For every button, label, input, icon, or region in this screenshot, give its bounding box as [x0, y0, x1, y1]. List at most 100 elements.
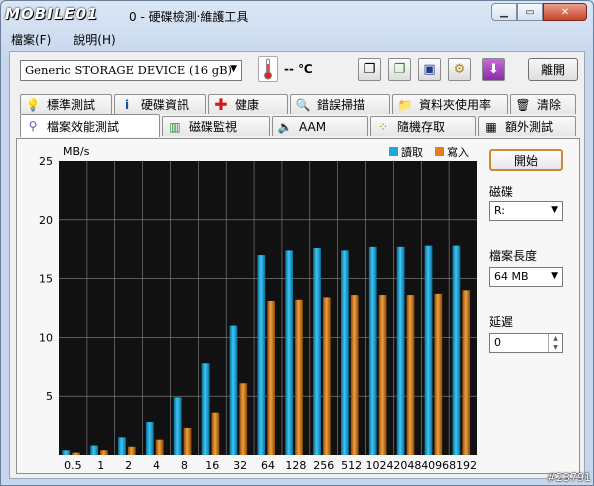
settings-button[interactable]: ⚙: [448, 58, 471, 81]
copy-text-button[interactable]: ❐: [388, 58, 411, 81]
x-tick-label: 32: [233, 459, 247, 472]
y-tick-label: 10: [39, 331, 53, 344]
bar-read: [229, 325, 238, 455]
spinner-arrows-icon[interactable]: ▲ ▼: [548, 334, 562, 352]
magnifier-icon: 🔍: [295, 97, 311, 112]
bar-write: [72, 452, 80, 455]
tab-extra-tests[interactable]: ▦ 額外測試: [478, 116, 576, 136]
thermometer-icon: [258, 56, 278, 82]
window-title: 0 - 硬碟檢測‧維護工具: [129, 10, 249, 24]
file-length-select[interactable]: 64 MB ▼: [489, 267, 563, 287]
file-length-value: 64 MB: [494, 270, 529, 283]
bar-chart-icon: ▥: [169, 119, 181, 134]
tab-aam[interactable]: 🔈 AAM: [272, 116, 368, 136]
info-icon: i: [124, 97, 130, 112]
y-tick-label: 5: [46, 390, 53, 403]
copy-text-icon: ❐: [393, 62, 406, 77]
tab-label: 錯誤掃描: [317, 98, 366, 112]
y-axis-label: MB/s: [63, 145, 90, 158]
x-tick-label: 2048: [393, 459, 421, 472]
title-bar: MOBILE01 0 - 硬碟檢測‧維護工具 ▁ ▭ ✕: [1, 1, 593, 29]
bar-write: [267, 300, 276, 455]
file-benchmark-icon: ⚲: [28, 119, 38, 133]
tab-file-benchmark[interactable]: ⚲ 檔案效能測試: [20, 114, 160, 137]
tab-label: 檔案效能測試: [47, 119, 120, 134]
exit-button[interactable]: 離開: [528, 58, 578, 81]
tab-health[interactable]: ✚ 健康: [208, 94, 288, 114]
disk-select-value: R:: [494, 204, 506, 217]
menu-bar: 檔案(F) 說明(H): [9, 31, 118, 49]
download-icon: ⬇: [488, 62, 499, 77]
bar-read: [145, 422, 154, 455]
bar-read: [62, 450, 71, 455]
x-tick-label: 4096: [421, 459, 449, 472]
menu-file[interactable]: 檔案(F): [9, 31, 53, 49]
x-tick-label: 1024: [365, 459, 393, 472]
x-tick-label: 64: [261, 459, 275, 472]
bar-read: [201, 363, 210, 455]
temperature-readout: -- ℃: [284, 62, 313, 76]
bar-write: [295, 299, 303, 455]
bar-read: [257, 255, 266, 455]
bar-write: [378, 295, 387, 455]
health-cross-icon: ✚: [214, 95, 228, 114]
calendar-icon: ▦: [485, 119, 497, 134]
bar-write: [350, 295, 359, 455]
watermark: #23791: [546, 471, 591, 484]
bar-read: [118, 437, 126, 455]
download-button[interactable]: ⬇: [482, 58, 505, 81]
tab-disk-info[interactable]: i 硬碟資訊: [114, 94, 206, 114]
client-area: Generic STORAGE DEVICE (16 gB) ▼ -- ℃ ❐ …: [9, 51, 585, 479]
scatter-icon: ⁘: [377, 119, 389, 134]
tab-label: 隨機存取: [397, 120, 446, 134]
tab-label: 標準測試: [47, 98, 96, 112]
bar-read: [396, 246, 405, 455]
bar-read: [285, 250, 294, 455]
maximize-button[interactable]: ▭: [517, 3, 543, 21]
tab-error-scan[interactable]: 🔍 錯誤掃描: [290, 94, 390, 114]
device-select[interactable]: Generic STORAGE DEVICE (16 gB) ▼: [20, 60, 242, 81]
bar-write: [434, 293, 443, 455]
delay-spinner[interactable]: 0 ▲ ▼: [489, 333, 563, 353]
minimize-icon: ▁: [500, 6, 508, 18]
copy-icon: ❐: [363, 62, 376, 77]
bar-write: [183, 427, 192, 455]
legend-swatch: [389, 147, 398, 156]
menu-help[interactable]: 說明(H): [71, 31, 117, 49]
bar-write: [406, 295, 415, 455]
start-button[interactable]: 開始: [489, 149, 563, 171]
bar-write: [211, 412, 220, 455]
chevron-down-icon: ▼: [230, 64, 237, 74]
tab-standard-test[interactable]: 💡 標準測試: [20, 94, 112, 114]
x-tick-label: 1: [97, 459, 104, 472]
app-logo: MOBILE01: [5, 5, 99, 23]
bar-write: [239, 383, 248, 455]
bar-write: [155, 439, 164, 455]
close-button[interactable]: ✕: [543, 3, 587, 21]
tab-label: 硬碟資訊: [141, 98, 190, 112]
chevron-down-icon: ▼: [551, 271, 558, 281]
legend-swatch: [435, 147, 444, 156]
bar-read: [452, 245, 461, 455]
tab-label: AAM: [299, 119, 327, 134]
app-window: MOBILE01 0 - 硬碟檢測‧維護工具 ▁ ▭ ✕ 檔案(F) 說明(H)…: [0, 0, 594, 486]
disk-select[interactable]: R: ▼: [489, 201, 563, 221]
y-tick-label: 15: [39, 273, 53, 286]
x-tick-label: 4: [153, 459, 160, 472]
tab-label: 健康: [235, 98, 260, 112]
tab-erase[interactable]: 🗑 清除: [510, 94, 576, 114]
x-tick-label: 8: [181, 459, 188, 472]
tab-random-access[interactable]: ⁘ 隨機存取: [370, 116, 476, 136]
copy-button[interactable]: ❐: [358, 58, 381, 81]
tab-folder-usage[interactable]: 📁 資料夾使用率: [392, 94, 508, 114]
tab-disk-monitor[interactable]: ▥ 磁碟監視: [162, 116, 270, 136]
bar-write: [322, 297, 331, 455]
minimize-button[interactable]: ▁: [491, 3, 517, 21]
delay-value: 0: [494, 336, 501, 349]
y-tick-label: 25: [39, 155, 53, 168]
y-tick-label: 20: [39, 214, 53, 227]
tab-label: 資料夾使用率: [419, 98, 492, 112]
bar-read: [90, 445, 99, 455]
save-button[interactable]: ▣: [418, 58, 441, 81]
tab-label: 清除: [537, 98, 562, 112]
